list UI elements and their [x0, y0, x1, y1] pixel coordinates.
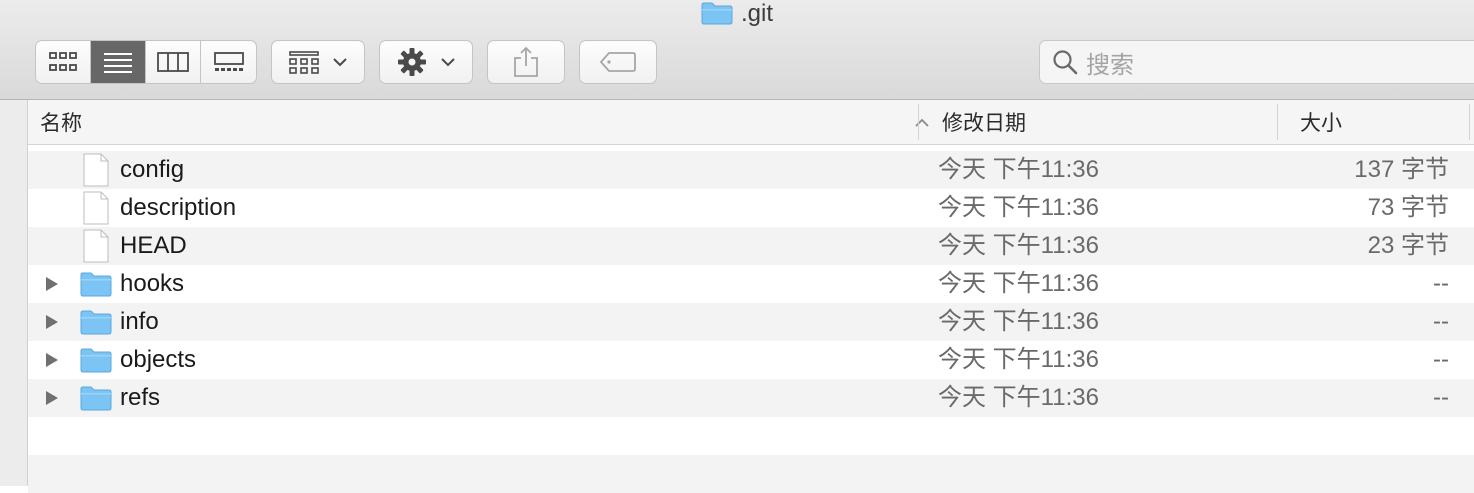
view-mode-segmented-control: [35, 40, 257, 84]
column-header-size[interactable]: 大小: [1300, 100, 1342, 144]
folder-icon: [701, 2, 733, 25]
column-divider[interactable]: [918, 104, 919, 140]
file-name: description: [120, 194, 237, 221]
file-size: --: [1433, 346, 1449, 373]
folder-name: refs: [120, 384, 161, 411]
column-header-modified-label: 修改日期: [942, 112, 1026, 135]
folder-row[interactable]: info 今天 下午11:36 --: [28, 303, 1474, 341]
share-button[interactable]: [487, 40, 565, 84]
gallery-view-icon: [213, 52, 244, 71]
search-placeholder: 搜索: [1086, 51, 1134, 79]
folder-icon: [80, 386, 112, 411]
file-modified: 今天 下午11:36: [938, 194, 1099, 221]
file-modified: 今天 下午11:36: [938, 346, 1099, 373]
group-by-button[interactable]: [271, 40, 365, 84]
file-modified: 今天 下午11:36: [938, 308, 1099, 335]
column-header-modified[interactable]: 修改日期: [942, 100, 1026, 144]
column-view-icon: [157, 52, 189, 72]
window-title: .git: [740, 0, 773, 27]
empty-row: [28, 417, 1474, 455]
folder-icon: [80, 310, 112, 335]
file-size: --: [1433, 270, 1449, 297]
folder-name: info: [120, 308, 159, 335]
file-modified: 今天 下午11:36: [938, 384, 1099, 411]
file-size: 137 字节: [1354, 156, 1449, 183]
window-title-bar: .git: [0, 0, 1474, 28]
column-header-name[interactable]: 名称: [40, 100, 82, 144]
file-icon: [83, 153, 109, 187]
disclosure-triangle-icon[interactable]: [45, 352, 59, 368]
tag-icon: [600, 52, 636, 72]
folder-icon: [80, 272, 112, 297]
gear-icon: [398, 48, 426, 76]
chevron-down-icon: [333, 57, 347, 66]
action-menu-button[interactable]: [379, 40, 473, 84]
group-by-icon: [289, 51, 319, 74]
file-size: --: [1433, 384, 1449, 411]
sidebar-edge: [0, 100, 28, 486]
search-field[interactable]: 搜索: [1039, 40, 1474, 84]
file-row[interactable]: HEAD 今天 下午11:36 23 字节: [28, 227, 1474, 265]
column-header-name-label: 名称: [40, 112, 82, 135]
empty-row: [28, 455, 1474, 493]
folder-row[interactable]: refs 今天 下午11:36 --: [28, 379, 1474, 417]
column-header: 名称 修改日期 大小: [28, 100, 1474, 145]
folder-name: objects: [120, 346, 197, 373]
file-modified: 今天 下午11:36: [938, 270, 1099, 297]
toolbar: .git 搜索: [0, 0, 1474, 100]
disclosure-triangle-icon[interactable]: [45, 276, 59, 292]
file-size: 73 字节: [1367, 194, 1449, 221]
search-icon: [1053, 50, 1078, 75]
file-name: config: [120, 156, 185, 183]
folder-name: hooks: [120, 270, 185, 297]
gallery-view-button[interactable]: [201, 41, 256, 83]
file-icon: [83, 191, 109, 225]
file-row[interactable]: config 今天 下午11:36 137 字节: [28, 151, 1474, 189]
folder-row[interactable]: objects 今天 下午11:36 --: [28, 341, 1474, 379]
file-size: --: [1433, 308, 1449, 335]
file-modified: 今天 下午11:36: [938, 156, 1099, 183]
column-divider[interactable]: [1469, 104, 1470, 140]
share-icon: [514, 46, 538, 77]
disclosure-triangle-icon[interactable]: [45, 390, 59, 406]
list-view-button[interactable]: [91, 41, 146, 83]
folder-icon: [80, 348, 112, 373]
icon-view-button[interactable]: [36, 41, 91, 83]
column-header-size-label: 大小: [1300, 112, 1342, 135]
file-list: config 今天 下午11:36 137 字节 description 今天 …: [28, 151, 1474, 493]
file-row[interactable]: description 今天 下午11:36 73 字节: [28, 189, 1474, 227]
column-divider[interactable]: [1277, 104, 1278, 140]
icon-view-icon: [49, 52, 77, 71]
chevron-down-icon: [441, 57, 455, 66]
file-icon: [83, 229, 109, 263]
file-modified: 今天 下午11:36: [938, 232, 1099, 259]
file-name: HEAD: [120, 232, 187, 259]
list-view-icon: [104, 53, 132, 73]
file-size: 23 字节: [1367, 232, 1449, 259]
disclosure-triangle-icon[interactable]: [45, 314, 59, 330]
column-view-button[interactable]: [146, 41, 201, 83]
tag-button[interactable]: [579, 40, 657, 84]
folder-row[interactable]: hooks 今天 下午11:36 --: [28, 265, 1474, 303]
